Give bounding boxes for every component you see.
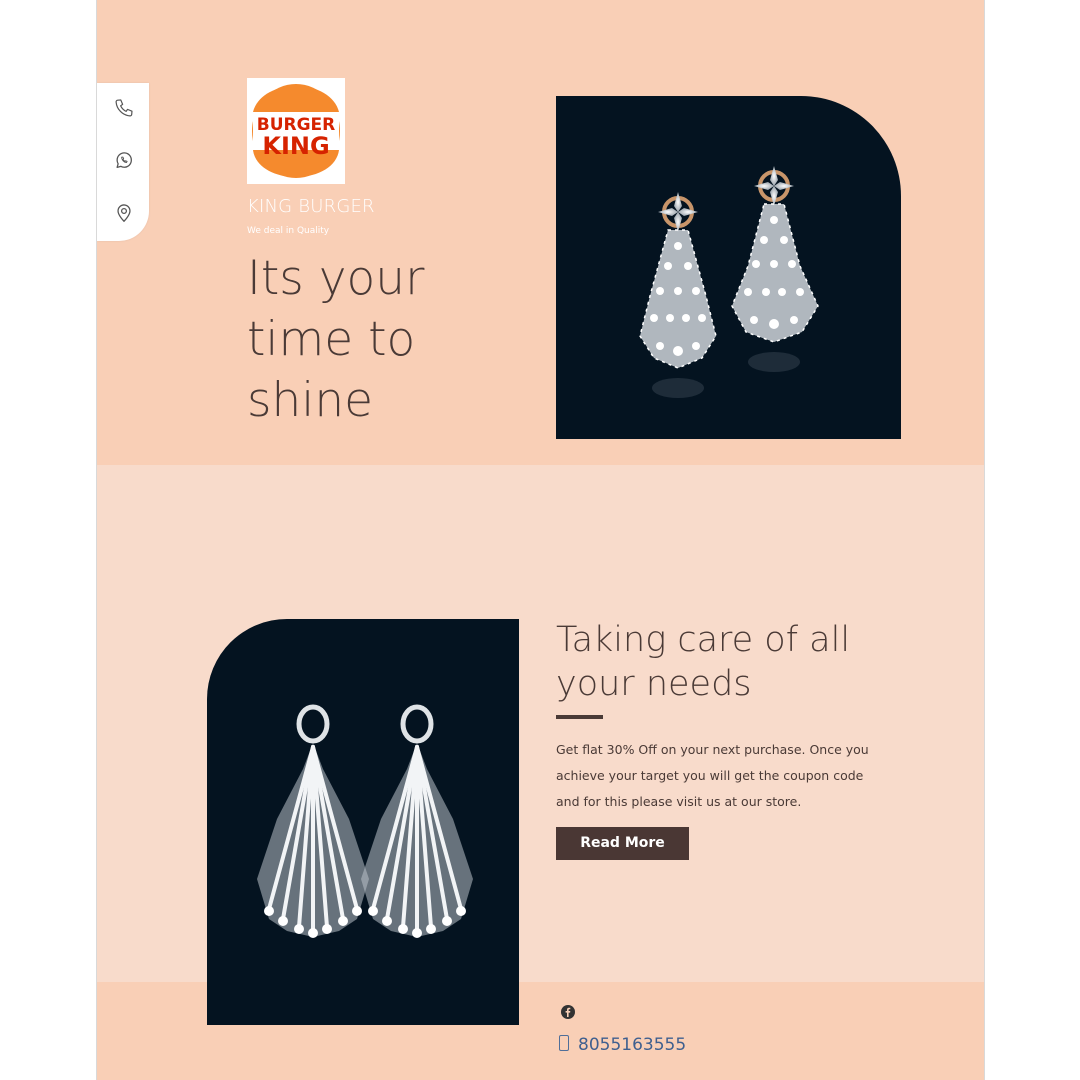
feature-title-line: your needs bbox=[556, 664, 752, 704]
phone-icon[interactable] bbox=[113, 97, 135, 119]
brand-tagline: We deal in Quality bbox=[247, 226, 330, 236]
contact-sidebar bbox=[97, 83, 149, 241]
hero-title-line: time to bbox=[247, 312, 416, 367]
title-underline bbox=[556, 715, 603, 719]
description-line: and for this please visit us at our stor… bbox=[556, 794, 802, 809]
location-pin-icon[interactable] bbox=[113, 202, 135, 224]
facebook-icon[interactable] bbox=[561, 1004, 575, 1019]
brand-name: KING BURGER bbox=[247, 196, 375, 217]
whatsapp-icon[interactable] bbox=[113, 149, 135, 171]
page: BURGER KING KING BURGER We deal in Quali… bbox=[96, 0, 985, 1080]
feature-earrings-image bbox=[207, 619, 519, 1025]
hero-title-line: Its your bbox=[247, 251, 425, 306]
feature-title-line: Taking care of all bbox=[556, 620, 851, 660]
description-line: achieve your target you will get the cou… bbox=[556, 768, 864, 783]
feature-title: Taking care of all your needs bbox=[556, 618, 886, 706]
mobile-phone-icon bbox=[559, 1035, 569, 1051]
read-more-button[interactable]: Read More bbox=[556, 827, 689, 860]
description-line: Get flat 30% Off on your next purchase. … bbox=[556, 742, 869, 757]
feature-description: Get flat 30% Off on your next purchase. … bbox=[556, 737, 896, 815]
hero-title: Its your time to shine bbox=[247, 248, 477, 431]
logo-text-king: KING bbox=[262, 132, 329, 160]
phone-number-link[interactable]: 8055163555 bbox=[578, 1035, 686, 1055]
hero-title-line: shine bbox=[247, 373, 374, 428]
brand-logo[interactable]: BURGER KING bbox=[247, 78, 345, 184]
hero-earrings-image bbox=[556, 96, 901, 439]
